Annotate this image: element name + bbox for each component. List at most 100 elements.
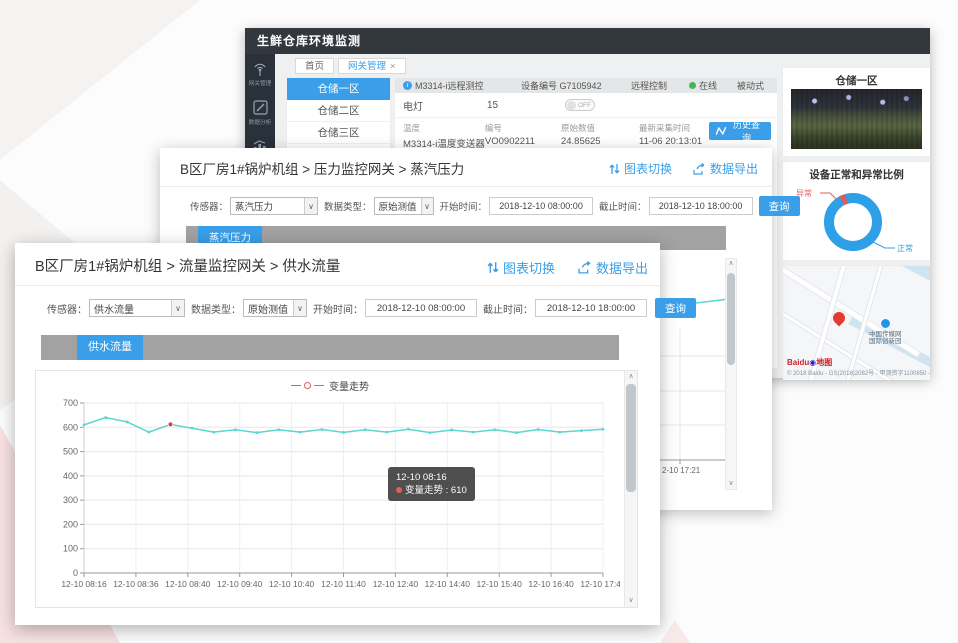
temp-name: 温度 xyxy=(403,122,485,134)
svg-text:100: 100 xyxy=(63,544,78,554)
svg-text:300: 300 xyxy=(63,495,78,505)
sidebar-item-label: 网关管理 xyxy=(246,78,275,87)
sensor-select[interactable]: 供水流量∨ xyxy=(89,299,185,317)
chart-switch-button[interactable]: 图表切换 xyxy=(609,160,672,177)
scroll-down-icon[interactable]: ∨ xyxy=(625,596,637,606)
export-icon xyxy=(578,261,592,274)
warehouse-photo xyxy=(791,89,922,149)
svg-text:2-10 17:21: 2-10 17:21 xyxy=(662,466,701,475)
tab-close-icon[interactable]: × xyxy=(390,61,396,72)
device-info-icon: i xyxy=(403,81,412,90)
decor-triangle-top-left xyxy=(0,0,200,160)
scroll-down-icon[interactable]: ∨ xyxy=(726,479,736,489)
data-type-select[interactable]: 原始测值∨ xyxy=(243,299,307,317)
flow-chart-card: 变量走势 12-10 08:1612-10 08:3612-10 08:4012… xyxy=(35,370,638,608)
sidebar-item-gateway[interactable]: 网关管理 xyxy=(245,62,275,87)
scrollbar[interactable]: ∧ ∨ xyxy=(725,258,737,490)
map-copyright: © 2018 Baidu - GS(2018)2082号 - 甲测资字11008… xyxy=(787,368,930,377)
tab-water-flow[interactable]: 供水流量 xyxy=(77,335,143,360)
end-time-input[interactable]: 2018-12-10 18:00:00 xyxy=(535,299,647,317)
history-query-button[interactable]: 历史查询 xyxy=(709,122,771,140)
zone-photo-title: 仓储一区 xyxy=(783,68,930,88)
start-time-input[interactable]: 2018-12-10 08:00:00 xyxy=(489,197,593,215)
start-time-label: 开始时间： xyxy=(440,199,488,213)
donut-normal-arc[interactable] xyxy=(829,198,877,246)
svg-text:500: 500 xyxy=(63,447,78,457)
divider xyxy=(160,186,772,187)
decor-triangle-pink-small xyxy=(660,620,690,643)
start-time-label: 开始时间： xyxy=(313,301,363,316)
tab-gateway-management[interactable]: 网关管理× xyxy=(338,58,406,74)
device-name: M3314-i远程测控 xyxy=(415,79,484,92)
code-value: VO0902211 xyxy=(485,136,561,147)
map-poi-icon[interactable] xyxy=(880,318,891,329)
scrollbar[interactable]: ∧ ∨ xyxy=(624,371,637,607)
flow-line-chart[interactable]: 12-10 08:1612-10 08:3612-10 08:4012-10 0… xyxy=(42,395,620,597)
legend-marker-icon xyxy=(304,382,311,389)
svg-text:600: 600 xyxy=(63,422,78,432)
zone-item-3[interactable]: 仓储三区 xyxy=(287,122,390,144)
chevron-down-icon: ∨ xyxy=(171,300,184,316)
app-title: 生鲜仓库环境监测 xyxy=(245,28,930,54)
light-value: 15 xyxy=(487,100,565,111)
tooltip-time: 12-10 08:16 xyxy=(396,471,467,484)
sensor-label: 传感器： xyxy=(47,301,87,316)
device-header: i M3314-i远程测控 设备编号 G7105942 远程控制 在线 被动式 xyxy=(395,78,777,93)
raw-value: 24.85625 xyxy=(561,136,639,147)
sensor-tabbar: 供水流量 xyxy=(41,335,619,360)
chart-switch-button[interactable]: 图表切换 xyxy=(487,258,555,277)
zone-item-2[interactable]: 仓储二区 xyxy=(287,100,390,122)
svg-text:12-10 08:16: 12-10 08:16 xyxy=(61,579,107,589)
svg-text:12-10 09:40: 12-10 09:40 xyxy=(217,579,263,589)
light-name: 电灯 xyxy=(395,98,487,113)
status-badge: 在线 xyxy=(699,79,717,92)
scroll-up-icon[interactable]: ∧ xyxy=(726,259,736,269)
svg-text:400: 400 xyxy=(63,471,78,481)
svg-text:12-10 15:40: 12-10 15:40 xyxy=(477,579,523,589)
query-button[interactable]: 查询 xyxy=(759,196,800,216)
device-ratio-card: 设备正常和异常比例 异常 正常 xyxy=(783,162,930,260)
scrollbar-thumb[interactable] xyxy=(727,273,735,365)
serial-value: G7105942 xyxy=(560,81,602,91)
chevron-down-icon: ∨ xyxy=(304,198,317,214)
start-time-input[interactable]: 2018-12-10 08:00:00 xyxy=(365,299,477,317)
gateway-antenna-icon xyxy=(252,62,268,76)
legend-item[interactable]: 变量走势 xyxy=(36,378,624,393)
donut-chart: 异常 正常 xyxy=(793,184,920,261)
svg-text:12-10 12:40: 12-10 12:40 xyxy=(373,579,419,589)
light-toggle[interactable]: OFF xyxy=(565,99,595,111)
data-type-label: 数据类型： xyxy=(191,301,241,316)
legend-label: 变量走势 xyxy=(329,378,369,393)
collect-time: 11-06 20:13:01 xyxy=(639,136,709,147)
filter-row: 传感器： 蒸汽压力∨ 数据类型： 原始测值∨ 开始时间： 2018-12-10 … xyxy=(184,196,800,216)
svg-text:12-10 08:40: 12-10 08:40 xyxy=(165,579,211,589)
collect-time-label: 最新采集时间 xyxy=(639,122,709,134)
svg-text:12-10 16:40: 12-10 16:40 xyxy=(528,579,574,589)
legend-marker-icon xyxy=(291,385,301,386)
zone-item-1[interactable]: 仓储一区 xyxy=(287,78,390,100)
sensor-select[interactable]: 蒸汽压力∨ xyxy=(230,197,318,215)
svg-text:12-10 10:40: 12-10 10:40 xyxy=(269,579,315,589)
svg-text:12-10 11:40: 12-10 11:40 xyxy=(321,579,366,589)
svg-text:0: 0 xyxy=(73,568,78,578)
query-button[interactable]: 查询 xyxy=(655,298,696,318)
sidebar-item-analysis[interactable]: 数据分析 xyxy=(245,100,275,126)
divider xyxy=(15,285,660,286)
baidu-map[interactable]: 中国传媒网 国际创新园 Baidu◉地图 © 2018 Baidu - GS(2… xyxy=(783,266,930,380)
data-export-button[interactable]: 数据导出 xyxy=(578,258,648,277)
online-status-dot xyxy=(689,82,696,89)
chevron-down-icon: ∨ xyxy=(293,300,306,316)
end-time-input[interactable]: 2018-12-10 18:00:00 xyxy=(649,197,753,215)
data-type-select[interactable]: 原始测值∨ xyxy=(374,197,434,215)
device-row-temperature: 温度 M3314-i温度变送器 编号 VO0902211 原始数值 24.856… xyxy=(395,118,777,150)
svg-text:12-10 14:40: 12-10 14:40 xyxy=(425,579,471,589)
data-export-button[interactable]: 数据导出 xyxy=(693,160,758,177)
svg-text:200: 200 xyxy=(63,519,78,529)
export-icon xyxy=(693,163,706,175)
chevron-down-icon: ∨ xyxy=(421,198,433,214)
sensor-label: 传感器： xyxy=(190,199,228,213)
scroll-up-icon[interactable]: ∧ xyxy=(625,372,637,382)
sidebar-item-label: 数据分析 xyxy=(246,117,275,126)
scrollbar-thumb[interactable] xyxy=(626,384,636,492)
tab-home[interactable]: 首页 xyxy=(295,58,334,74)
